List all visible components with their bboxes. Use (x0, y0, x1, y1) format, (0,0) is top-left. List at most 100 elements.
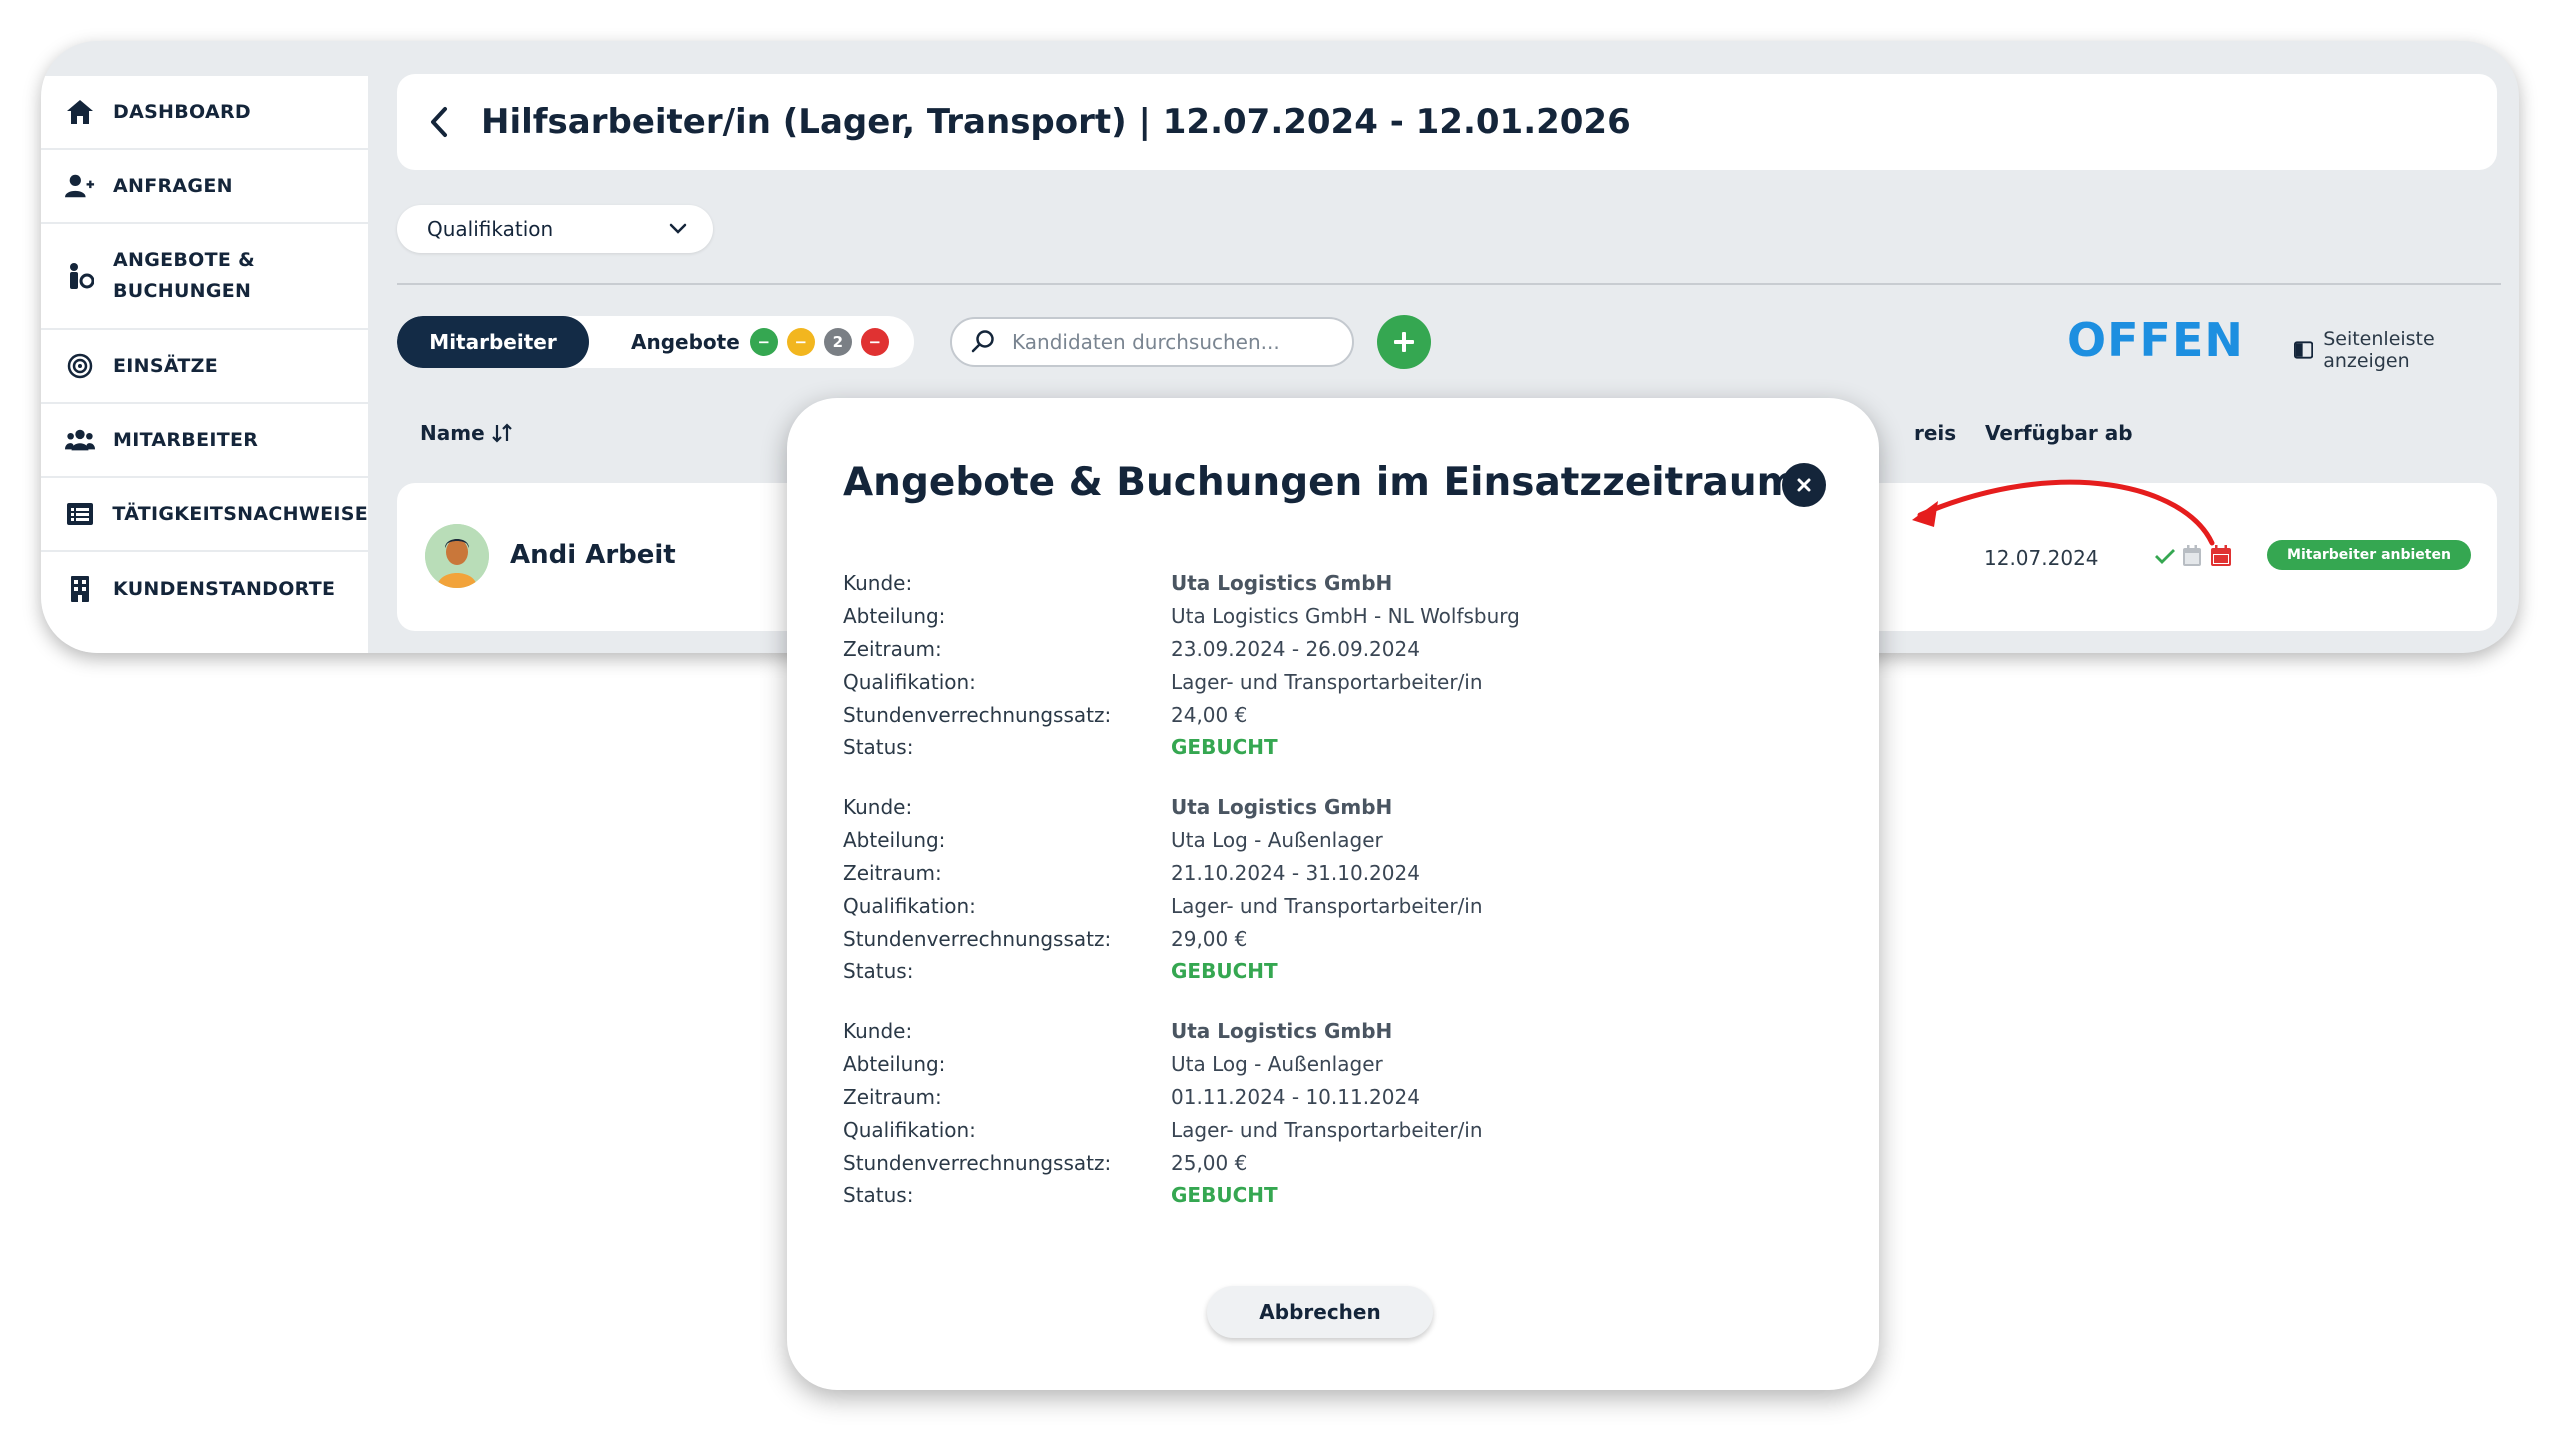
value-customer: Uta Logistics GmbH (1171, 795, 1393, 820)
value-qualification: Lager- und Transportarbeiter/in (1171, 669, 1483, 694)
target-icon (65, 351, 95, 381)
sidebar: DASHBOARD ANFRAGEN ANGEBOTE & BUCHUNGEN … (41, 76, 368, 653)
list-icon (65, 499, 94, 529)
value-status: GEBUCHT (1171, 735, 1278, 760)
sidebar-item-taetigkeitsnachweise[interactable]: TÄTIGKEITSNACHWEISE (41, 478, 368, 552)
label-period: Zeitraum: (843, 636, 942, 661)
sidebar-item-dashboard[interactable]: DASHBOARD (41, 76, 368, 150)
value-department: Uta Log - Außenlager (1171, 828, 1383, 853)
offer-count-badge: − (786, 328, 815, 356)
qualification-select-label: Qualifikation (427, 217, 554, 241)
label-status: Status: (843, 735, 914, 760)
value-period: 21.10.2024 - 31.10.2024 (1171, 860, 1420, 885)
sidebar-panel-icon (2294, 341, 2314, 359)
chevron-down-icon (669, 223, 687, 234)
sidebar-item-label: TÄTIGKEITSNACHWEISE (112, 502, 368, 525)
value-rate: 24,00 € (1171, 702, 1248, 727)
tab-angebote-label: Angebote (631, 330, 740, 354)
value-qualification: Lager- und Transportarbeiter/in (1171, 1117, 1483, 1142)
offer-count-badge: 2 (823, 328, 852, 356)
page-title: Hilfsarbeiter/in (Lager, Transport) | 12… (481, 102, 1631, 142)
label-department: Abteilung: (843, 1052, 946, 1077)
sidebar-item-label: ANGEBOTE & BUCHUNGEN (113, 249, 255, 302)
booking-entry: Kunde: Uta Logistics GmbH Abteilung: Uta L… (843, 791, 1743, 988)
label-qualification: Qualifikation: (843, 1117, 976, 1142)
sidebar-item-angebote-buchungen[interactable]: ANGEBOTE & BUCHUNGEN (41, 224, 368, 330)
label-qualification: Qualifikation: (843, 669, 976, 694)
view-tabs: Mitarbeiter Angebote − − 2 − (397, 316, 914, 368)
sidebar-item-label: EINSÄTZE (113, 354, 218, 377)
plus-icon (1394, 332, 1414, 352)
sidebar-item-einsaetze[interactable]: EINSÄTZE (41, 330, 368, 404)
label-period: Zeitraum: (843, 860, 942, 885)
candidate-search (950, 317, 1354, 367)
value-rate: 25,00 € (1171, 1150, 1248, 1175)
search-icon (971, 330, 994, 353)
close-button[interactable] (1782, 463, 1826, 507)
label-rate: Stundenverrechnungssatz: (843, 702, 1112, 727)
column-header-name-label: Name (420, 421, 485, 445)
sidebar-item-label: KUNDENSTANDORTE (113, 577, 336, 600)
value-qualification: Lager- und Transportarbeiter/in (1171, 893, 1483, 918)
users-icon (65, 425, 95, 455)
modal-title: Angebote & Buchungen im Einsatzzeitraum (843, 460, 1798, 505)
value-customer: Uta Logistics GmbH (1171, 1019, 1393, 1044)
employee-name: Andi Arbeit (510, 540, 676, 570)
label-qualification: Qualifikation: (843, 893, 976, 918)
label-status: Status: (843, 959, 914, 984)
qualification-select[interactable]: Qualifikation (397, 205, 713, 253)
label-customer: Kunde: (843, 795, 913, 820)
value-period: 01.11.2024 - 10.11.2024 (1171, 1084, 1420, 1109)
title-card: Hilfsarbeiter/in (Lager, Transport) | 12… (397, 74, 2497, 170)
column-header-price: reis (1914, 421, 1957, 445)
label-period: Zeitraum: (843, 1084, 942, 1109)
sidebar-item-label: DASHBOARD (113, 100, 251, 123)
offer-employee-button[interactable]: Mitarbeiter anbieten (2267, 540, 2471, 570)
annotation-arrow (1912, 479, 2215, 546)
add-candidate-button[interactable] (1377, 315, 1431, 369)
value-rate: 29,00 € (1171, 926, 1248, 951)
tab-angebote[interactable]: Angebote − − 2 − (631, 328, 898, 356)
column-header-available-from: Verfügbar ab (1985, 421, 2133, 445)
label-status: Status: (843, 1183, 914, 1208)
value-department: Uta Log - Außenlager (1171, 1052, 1383, 1077)
sidebar-item-kundenstandorte[interactable]: KUNDENSTANDORTE (41, 552, 368, 626)
sidebar-item-label: MITARBEITER (113, 428, 259, 451)
back-button[interactable] (419, 102, 459, 142)
label-department: Abteilung: (843, 828, 946, 853)
chevron-left-icon (431, 107, 447, 137)
divider (397, 283, 2501, 285)
person-booking-icon (65, 261, 95, 291)
tab-mitarbeiter[interactable]: Mitarbeiter (397, 316, 589, 368)
label-rate: Stundenverrechnungssatz: (843, 1150, 1112, 1175)
sidebar-item-mitarbeiter[interactable]: MITARBEITER (41, 404, 368, 478)
building-icon (65, 574, 95, 604)
user-plus-icon (65, 171, 95, 201)
offer-count-badge: − (860, 328, 889, 356)
column-header-name[interactable]: Name (420, 421, 513, 445)
value-status: GEBUCHT (1171, 1183, 1278, 1208)
search-input[interactable] (1010, 329, 1334, 355)
sort-icon (491, 423, 512, 443)
sidebar-item-anfragen[interactable]: ANFRAGEN (41, 150, 368, 224)
value-customer: Uta Logistics GmbH (1171, 571, 1393, 596)
label-rate: Stundenverrechnungssatz: (843, 926, 1112, 951)
label-department: Abteilung: (843, 604, 946, 629)
booking-entry: Kunde: Uta Logistics GmbH Abteilung: Uta L… (843, 1015, 1743, 1212)
offer-count-badge: − (749, 328, 778, 356)
sidebar-toggle[interactable]: Seitenleiste anzeigen (2294, 328, 2519, 372)
label-customer: Kunde: (843, 1019, 913, 1044)
sidebar-toggle-label: Seitenleiste anzeigen (2323, 328, 2435, 372)
close-icon (1797, 478, 1811, 492)
status-label: OFFEN (2067, 313, 2244, 367)
avatar (425, 524, 489, 588)
booking-entry: Kunde: Uta Logistics GmbH Abteilung: Uta L… (843, 567, 1743, 764)
home-icon (65, 97, 95, 127)
value-status: GEBUCHT (1171, 959, 1278, 984)
sidebar-item-label: ANFRAGEN (113, 174, 233, 197)
bookings-modal: Angebote & Buchungen im Einsatzzeitraum … (787, 398, 1879, 1390)
cancel-button[interactable]: Abbrechen (1207, 1286, 1433, 1338)
offer-count-badges: − − 2 − (749, 328, 898, 356)
value-period: 23.09.2024 - 26.09.2024 (1171, 636, 1420, 661)
value-department: Uta Logistics GmbH - NL Wolfsburg (1171, 604, 1520, 629)
